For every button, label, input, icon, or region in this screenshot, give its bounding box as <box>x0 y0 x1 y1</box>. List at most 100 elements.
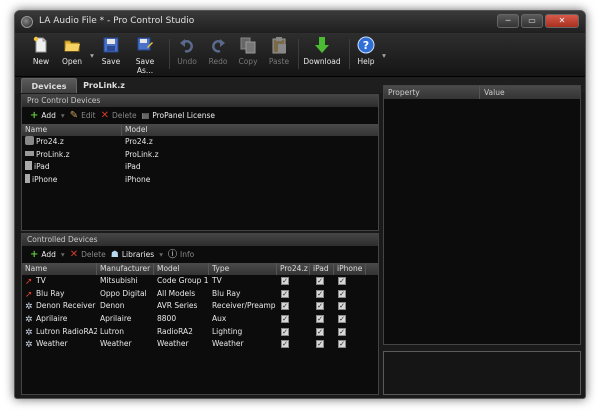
pro24-checkbox[interactable]: ✓ <box>281 315 289 324</box>
help-button[interactable]: ? Help <box>355 36 377 66</box>
redo-icon <box>212 39 225 53</box>
app-window: LA Audio File * - Pro Control Studio ─ ▭… <box>14 10 586 399</box>
pro-control-devices-panel: Pro Control Devices + Add ▾ ✎ Edit ✕ Del… <box>21 94 379 231</box>
table-row[interactable]: iPhone iPhone <box>22 174 378 187</box>
iphone-checkbox[interactable]: ✓ <box>338 315 346 324</box>
plus-icon: + <box>30 109 39 121</box>
device-name: Blu Ray <box>36 288 65 298</box>
column-header-ipad[interactable]: iPad <box>310 263 334 275</box>
table-row[interactable]: ✲ Aprilaire Aprilaire 8800 Aux ✓ ✓ ✓ <box>22 313 378 326</box>
device-type: Lighting <box>212 326 243 336</box>
propanel-license-button[interactable]: ▤ ProPanel License <box>142 111 215 121</box>
libraries-button[interactable]: ☗ Libraries <box>111 250 154 260</box>
pro24-checkbox[interactable]: ✓ <box>281 340 289 349</box>
column-header-iphone[interactable]: iPhone <box>334 263 366 275</box>
open-label: Open <box>61 57 83 66</box>
ipad-checkbox[interactable]: ✓ <box>316 302 324 311</box>
undo-button[interactable]: Undo <box>175 36 199 66</box>
pro24-checkbox[interactable]: ✓ <box>281 289 289 298</box>
help-dropdown-button[interactable]: ▾ <box>380 51 388 60</box>
device-manufacturer: Oppo Digital <box>100 288 147 298</box>
ipad-checkbox[interactable]: ✓ <box>316 315 324 324</box>
column-header-name[interactable]: Name <box>22 124 122 136</box>
iphone-checkbox[interactable]: ✓ <box>338 289 346 298</box>
delete-controlled-button[interactable]: ✕ Delete <box>70 249 106 260</box>
add-controlled-button[interactable]: + Add <box>30 249 56 260</box>
delete-x-icon: ✕ <box>100 109 109 121</box>
edit-device-button[interactable]: ✎ Edit <box>70 110 96 121</box>
iphone-checkbox[interactable]: ✓ <box>338 277 346 285</box>
device-name: iPad <box>34 162 50 172</box>
tab-devices[interactable]: Devices <box>21 78 77 93</box>
pro24-checkbox[interactable]: ✓ <box>281 327 289 336</box>
window-title: LA Audio File * - Pro Control Studio <box>39 16 195 26</box>
redo-button[interactable]: Redo <box>206 36 230 66</box>
column-header-pro24[interactable]: Pro24.z <box>277 263 310 275</box>
pro-control-panel-title: Pro Control Devices <box>22 95 378 107</box>
pro24-checkbox[interactable]: ✓ <box>281 277 289 285</box>
iphone-checkbox[interactable]: ✓ <box>338 302 346 311</box>
tab-prolink[interactable]: ProLink.z <box>79 78 129 93</box>
prolink-icon <box>25 150 34 156</box>
device-model: AVR Series <box>157 301 198 311</box>
table-row[interactable]: ✲ Lutron RadioRA2 Lutron RadioRA2 Lightin… <box>22 326 378 339</box>
device-name: TV <box>36 276 46 285</box>
device-model: Code Group 1 <box>157 276 209 285</box>
info-button[interactable]: ⓘ Info <box>168 250 194 260</box>
paste-icon <box>272 37 286 54</box>
column-header-manufacturer[interactable]: Manufacturer <box>97 263 154 275</box>
table-row[interactable]: ✲ Denon Receiver Denon AVR Series Receive… <box>22 300 378 313</box>
iphone-checkbox[interactable]: ✓ <box>338 340 346 349</box>
add-label: Add <box>41 250 56 259</box>
description-panel <box>383 351 581 395</box>
dropdown-arrow-icon[interactable]: ▾ <box>61 250 65 259</box>
device-name: Lutron RadioRA2 <box>36 326 97 336</box>
ipad-checkbox[interactable]: ✓ <box>316 277 324 285</box>
delete-device-button[interactable]: ✕ Delete <box>100 109 137 121</box>
pro24-checkbox[interactable]: ✓ <box>281 302 289 311</box>
column-header-value[interactable]: Value <box>480 86 580 99</box>
iphone-checkbox[interactable]: ✓ <box>338 327 346 336</box>
column-header-property[interactable]: Property <box>384 86 480 99</box>
table-row[interactable]: ProLink.z ProLink.z <box>22 149 378 162</box>
paste-button[interactable]: Paste <box>266 36 292 66</box>
dropdown-arrow-icon[interactable]: ▾ <box>61 111 65 120</box>
ipad-checkbox[interactable]: ✓ <box>316 340 324 349</box>
delete-label: Delete <box>112 111 137 120</box>
info-icon: ⓘ <box>167 249 177 260</box>
pro-control-grid-body: Pro24.z Pro24.z ProLink.z ProLink.z iPad… <box>22 136 378 187</box>
device-name: iPhone <box>32 175 58 185</box>
new-button[interactable]: New <box>29 36 53 66</box>
open-dropdown-button[interactable]: ▾ <box>88 51 96 60</box>
column-header-model[interactable]: Model <box>154 263 209 275</box>
table-row[interactable]: ➚ TV Mitsubishi Code Group 1 TV ✓ ✓ ✓ <box>22 275 378 288</box>
table-row[interactable]: ➚ Blu Ray Oppo Digital All Models Blu Ray… <box>22 288 378 301</box>
device-model: Pro24.z <box>125 137 153 146</box>
toolbar-separator <box>298 39 299 69</box>
copy-button[interactable]: Copy <box>236 36 260 66</box>
column-header-type[interactable]: Type <box>209 263 277 275</box>
ipad-checkbox[interactable]: ✓ <box>316 327 324 336</box>
open-button[interactable]: Open <box>59 36 85 66</box>
maximize-button[interactable]: ▭ <box>521 14 543 28</box>
controlled-grid-header: Name Manufacturer Model Type Pro24.z iPa… <box>22 263 378 275</box>
save-button[interactable]: Save <box>98 36 124 66</box>
device-type: Blu Ray <box>212 288 241 298</box>
table-row[interactable]: ✲ Weather Weather Weather Weather ✓ ✓ ✓ <box>22 338 378 351</box>
table-row[interactable]: Pro24.z Pro24.z <box>22 136 378 149</box>
properties-grid-header: Property Value <box>384 86 580 99</box>
column-header-name[interactable]: Name <box>22 263 97 275</box>
save-as-button[interactable]: Save As... <box>127 36 163 75</box>
add-device-button[interactable]: + Add <box>30 109 56 121</box>
device-name: Pro24.z <box>36 137 64 146</box>
table-row[interactable]: iPad iPad <box>22 161 378 174</box>
dropdown-arrow-icon[interactable]: ▾ <box>159 250 163 259</box>
minimize-button[interactable]: ─ <box>497 14 519 28</box>
column-header-model[interactable]: Model <box>122 124 378 136</box>
download-button[interactable]: Download <box>303 36 341 66</box>
close-button[interactable]: ✕ <box>545 14 579 28</box>
app-logo-icon <box>21 16 33 28</box>
gear-icon: ✲ <box>25 315 33 326</box>
ipad-checkbox[interactable]: ✓ <box>316 289 324 298</box>
ir-icon: ➚ <box>25 289 33 300</box>
